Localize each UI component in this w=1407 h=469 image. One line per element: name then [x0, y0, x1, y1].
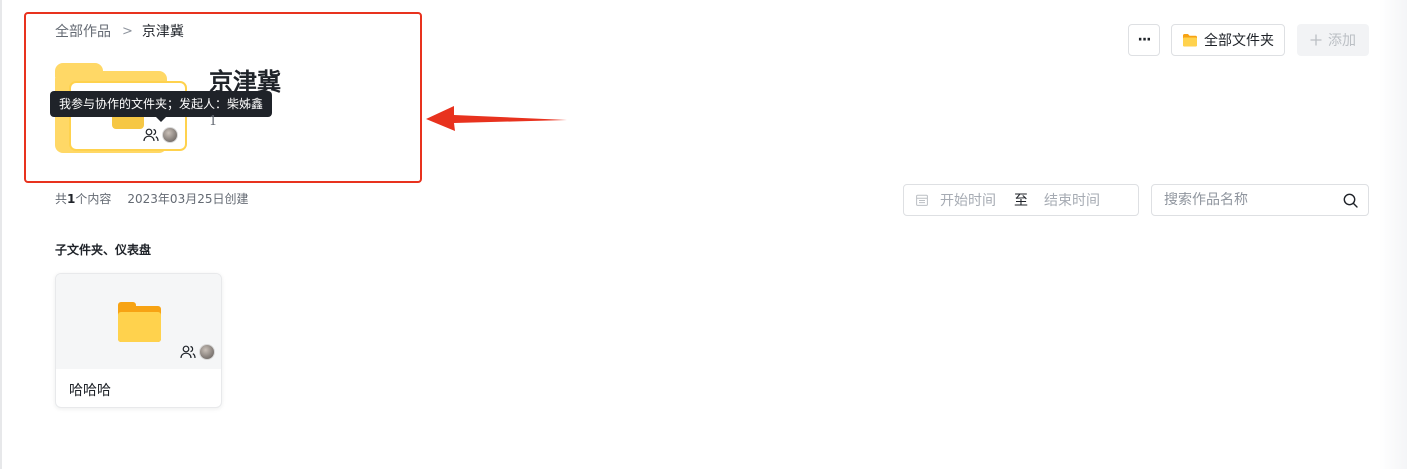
owner-avatar [162, 127, 178, 143]
search-icon[interactable] [1343, 193, 1358, 208]
collaborator-badges [180, 344, 215, 360]
folder-icon [1183, 34, 1197, 47]
content-count: 共1个内容 [55, 192, 112, 206]
scroll-edge [1379, 0, 1407, 469]
page: 全部作品 > 京津冀 我参与协作的文件夹；发起人：柴姊鑫 京津冀 1 ··· 全… [0, 0, 1407, 469]
breadcrumb-separator-icon: > [122, 23, 133, 39]
collaborators-icon [143, 128, 159, 142]
all-folders-button[interactable]: 全部文件夹 [1171, 24, 1285, 56]
date-range-separator: 至 [1014, 193, 1028, 209]
breadcrumb-root-link[interactable]: 全部作品 [55, 21, 111, 41]
subfolder-name: 哈哈哈 [69, 383, 111, 399]
red-arrow-icon [426, 106, 567, 131]
add-button[interactable]: 添加 [1297, 24, 1369, 56]
section-title: 子文件夹、仪表盘 [55, 243, 152, 257]
calendar-icon [916, 194, 928, 206]
card-thumbnail [56, 274, 221, 369]
date-end-field[interactable]: 结束时间 [1044, 190, 1100, 210]
more-button[interactable]: ··· [1128, 24, 1160, 56]
collaborators-icon [180, 345, 196, 359]
date-start-field[interactable]: 开始时间 [940, 190, 996, 210]
owner-avatar [199, 344, 215, 360]
folder-title: 京津冀 [209, 68, 281, 96]
created-date: 2023年03月25日创建 [127, 192, 249, 206]
search-input[interactable] [1164, 192, 1343, 208]
search-box [1151, 184, 1369, 216]
add-label: 添加 [1328, 33, 1356, 49]
breadcrumb: 全部作品 > 京津冀 [55, 21, 184, 41]
subfolder-card[interactable]: 哈哈哈 [55, 273, 222, 408]
plus-icon [1310, 34, 1322, 46]
folder-item-count: 1 [209, 114, 218, 129]
folder-meta: 共1个内容 2023年03月25日创建 [55, 190, 248, 207]
breadcrumb-current: 京津冀 [141, 24, 184, 40]
all-folders-label: 全部文件夹 [1204, 33, 1274, 49]
tooltip-arrow-icon [156, 117, 166, 122]
more-icon: ··· [1137, 32, 1152, 48]
collaborator-badges [143, 127, 178, 143]
date-range-picker[interactable]: 开始时间 至 结束时间 [903, 184, 1139, 216]
